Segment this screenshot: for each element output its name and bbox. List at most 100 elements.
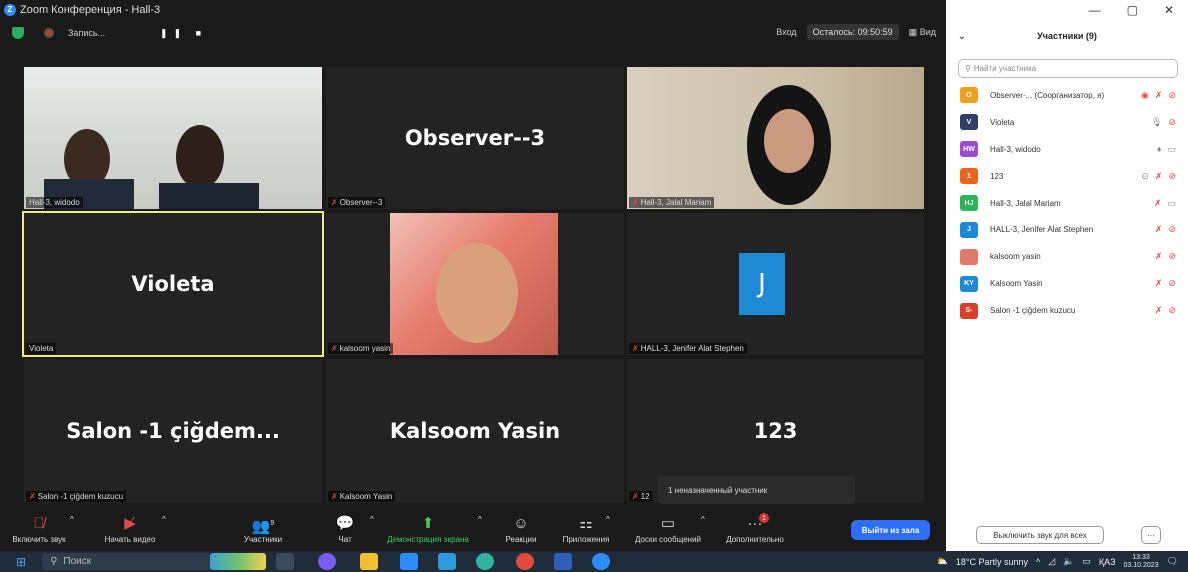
weather-label[interactable]: 18°C Partly sunny xyxy=(956,557,1028,567)
participant-row[interactable]: J HALL-3, Jenifer Alat Stephen ✗ ⊘ xyxy=(946,216,1188,243)
notification-badge: 1 xyxy=(759,513,769,523)
muted-mic-icon: ✗ xyxy=(331,492,338,501)
video-grid: Hall-3, widodo Observer--3 ✗ Observer--3 … xyxy=(0,47,946,507)
taskbar-banner-icon[interactable] xyxy=(210,553,266,570)
participant-name: Observer-... (Соорганизатор, я) xyxy=(990,90,1105,100)
participant-row[interactable]: V Violeta 🎙 ⊘ xyxy=(946,109,1188,136)
volume-icon[interactable]: 🔈 xyxy=(1063,556,1074,567)
apps-options-caret[interactable]: ^ xyxy=(606,515,610,524)
panel-more-button[interactable]: ··· xyxy=(1141,526,1161,544)
apps-label: Приложения xyxy=(562,535,610,544)
notifications-icon[interactable]: 🗨 xyxy=(1167,556,1178,567)
battery-icon[interactable]: ▭ xyxy=(1082,556,1091,567)
unassigned-tooltip: 1 неназначенный участник xyxy=(658,476,855,504)
participant-row[interactable]: kalsoom yasin ✗ ⊘ xyxy=(946,243,1188,270)
start-video-label: Начать видео xyxy=(104,535,156,544)
unmute-label: Включить звук xyxy=(12,535,66,544)
remaining-timer: Осталось: 09:50:59 xyxy=(806,24,899,40)
participant-name: Hall-3, widodo xyxy=(990,144,1041,154)
start-video-button[interactable]: ▶̸ Начать видео xyxy=(95,513,165,544)
avatar: KY xyxy=(960,275,978,292)
participant-name: kalsoom yasin xyxy=(990,252,1041,262)
file-explorer-icon[interactable] xyxy=(360,553,378,570)
video-off-icon: ⊘ xyxy=(1168,305,1176,316)
muted-mic-icon: ✗ xyxy=(1154,305,1163,316)
more-button[interactable]: ··· Дополнительно xyxy=(718,513,792,544)
whiteboards-options-caret[interactable]: ^ xyxy=(701,515,705,524)
muted-mic-icon: 🎙̸ xyxy=(33,515,45,532)
reactions-button[interactable]: ☺ Реакции xyxy=(500,513,542,544)
participant-name: 123 xyxy=(990,171,1004,181)
tile-display-name: Salon -1 çiğdem... xyxy=(66,419,280,443)
avatar: O xyxy=(960,87,978,104)
participants-panel: ⌄ Участники (9) ⚲ Найти участника O Obse… xyxy=(946,19,1188,551)
zoom-taskbar-icon[interactable] xyxy=(592,553,610,570)
recording-icon: ⊙ xyxy=(1141,170,1149,181)
minimize-button[interactable]: — xyxy=(1089,3,1101,17)
chrome-icon[interactable] xyxy=(516,553,534,570)
participant-row[interactable]: 1 123 ⊙ ✗ ⊘ xyxy=(946,163,1188,190)
clock[interactable]: 13:33 03.10.2023 xyxy=(1124,554,1159,570)
word-icon[interactable] xyxy=(554,553,572,570)
video-off-icon: ▶̸ xyxy=(124,515,136,532)
enter-button[interactable]: Вход xyxy=(776,27,796,37)
search-icon: ⚲ xyxy=(50,556,58,567)
view-label: Вид xyxy=(919,26,936,37)
mute-all-button[interactable]: Выключить звук для всех xyxy=(976,526,1104,544)
participant-row[interactable]: HW Hall-3, widodo ♦ ▭ xyxy=(946,136,1188,163)
store-icon[interactable] xyxy=(400,553,418,570)
video-tile[interactable]: ✗ Hall-3, Jalal Mariam xyxy=(627,67,924,209)
maximize-button[interactable]: ▢ xyxy=(1127,3,1138,17)
edge-icon[interactable] xyxy=(476,553,494,570)
tile-name-label: ✗ Observer--3 xyxy=(328,197,386,208)
video-options-caret[interactable]: ^ xyxy=(162,515,166,524)
tile-name-label: ✗ kalsoom yasin xyxy=(328,343,394,354)
unmute-button[interactable]: 🎙̸ Включить звук xyxy=(8,513,70,544)
chat-button[interactable]: 💬 Чат xyxy=(330,513,360,544)
video-tile[interactable]: Hall-3, widodo xyxy=(24,67,322,209)
recording-label: Запись... xyxy=(68,28,106,38)
video-tile[interactable]: Observer--3 ✗ Observer--3 xyxy=(326,67,624,209)
whiteboard-icon: ▭ xyxy=(660,515,676,532)
task-view-icon[interactable] xyxy=(276,553,294,570)
close-button[interactable]: ✕ xyxy=(1164,3,1174,17)
muted-mic-icon: ✗ xyxy=(331,198,338,207)
participant-search-input[interactable]: ⚲ Найти участника xyxy=(958,59,1178,78)
whiteboards-button[interactable]: ▭ Доски сообщений xyxy=(626,513,710,544)
participant-row[interactable]: O Observer-... (Соорганизатор, я) ◉ ✗ ⊘ xyxy=(946,82,1188,109)
security-shield-icon[interactable] xyxy=(12,27,24,39)
participants-button[interactable]: 👥9 Участники xyxy=(228,513,298,544)
tray-chevron-icon[interactable]: ^ xyxy=(1036,557,1040,567)
view-button[interactable]: ▦ Вид xyxy=(909,27,936,38)
panel-header: ⌄ Участники (9) xyxy=(946,19,1188,53)
mail-icon[interactable] xyxy=(438,553,456,570)
tile-name-label: ✗ Kalsoom Yasin xyxy=(328,491,396,502)
app-icon[interactable] xyxy=(318,553,336,570)
video-tile-active-speaker[interactable]: Violeta Violeta xyxy=(22,211,324,357)
tile-name-label: ✗ Hall-3, Jalal Mariam xyxy=(629,197,715,208)
participant-video xyxy=(159,183,259,209)
tile-name-label: Violeta xyxy=(26,343,57,354)
muted-mic-icon: ✗ xyxy=(1154,89,1163,100)
network-icon[interactable]: ◿ xyxy=(1048,556,1055,567)
muted-mic-icon: ✗ xyxy=(1154,170,1163,181)
video-tile[interactable]: ✗ kalsoom yasin xyxy=(326,213,624,355)
leave-room-button[interactable]: Выйти из зала xyxy=(851,520,930,540)
chevron-down-icon[interactable]: ⌄ xyxy=(958,31,966,42)
muted-mic-icon: ✗ xyxy=(331,344,338,353)
share-screen-button[interactable]: ⬆ Демонстрация экрана xyxy=(372,513,484,544)
share-screen-label: Демонстрация экрана xyxy=(387,535,469,544)
video-tile[interactable]: Salon -1 çiğdem... ✗ Salon -1 çiğdem kuzu… xyxy=(24,359,322,503)
participant-row[interactable]: S- Salon -1 çiğdem kuzucu ✗ ⊘ xyxy=(946,297,1188,324)
participant-row[interactable]: HJ Hall-3, Jalal Mariam ✗ ▭ xyxy=(946,190,1188,217)
language-indicator[interactable]: ҚАЗ xyxy=(1099,557,1116,567)
meeting-topbar: Запись... ❚❚ ■ Вход Осталось: 09:50:59 ▦… xyxy=(0,19,946,47)
windows-start-icon[interactable]: ⊞ xyxy=(16,555,26,569)
audio-options-caret[interactable]: ^ xyxy=(70,515,74,524)
participant-row[interactable]: KY Kalsoom Yasin ✗ ⊘ xyxy=(946,270,1188,297)
taskbar-search[interactable]: ⚲ Поиск xyxy=(42,553,213,570)
more-dots-icon: ··· xyxy=(747,515,763,532)
video-tile[interactable]: Kalsoom Yasin ✗ Kalsoom Yasin xyxy=(326,359,624,503)
share-options-caret[interactable]: ^ xyxy=(478,515,482,524)
recording-controls[interactable]: ❚❚ ■ xyxy=(160,28,207,39)
